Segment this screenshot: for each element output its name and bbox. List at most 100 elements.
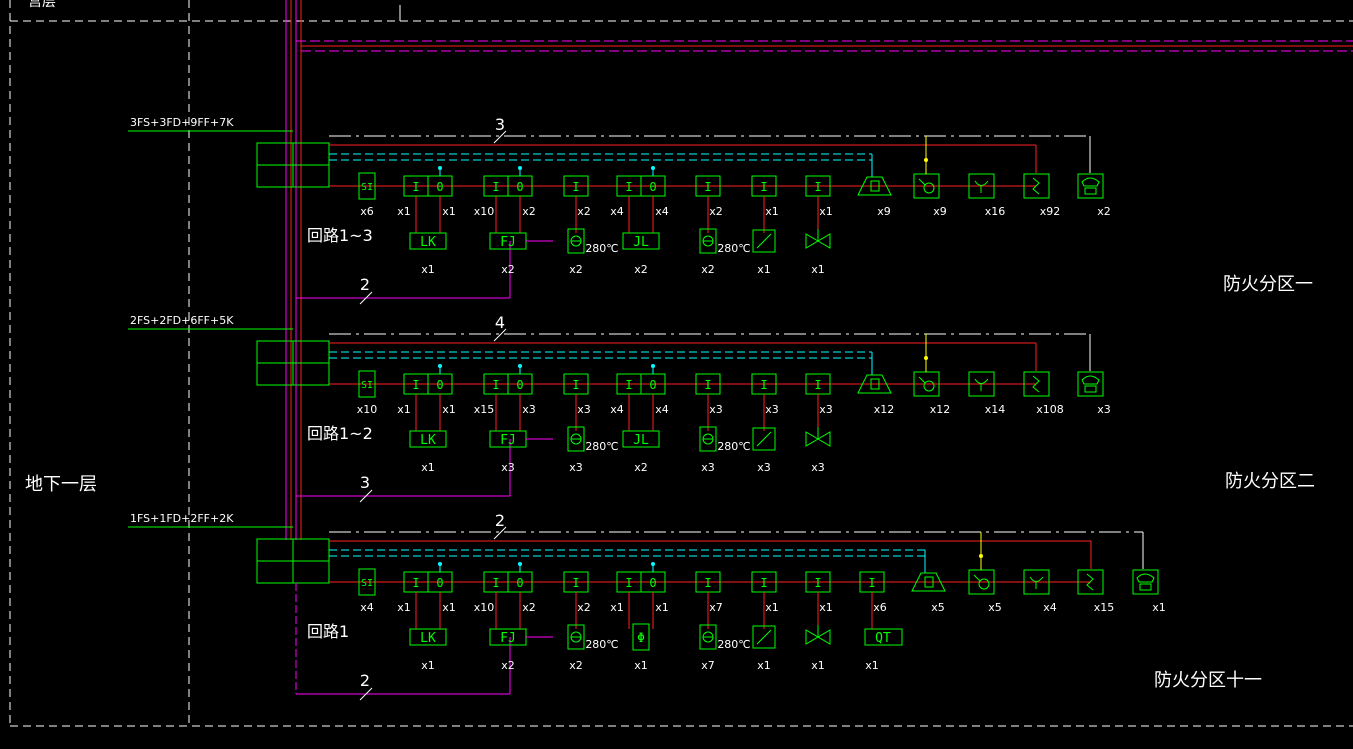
module-7: Ix3 x3	[805, 373, 833, 474]
sub-qty: x3	[569, 461, 583, 474]
input-letter: I	[760, 576, 767, 590]
sounder-horn	[973, 574, 981, 582]
sub-qty: x2	[701, 263, 715, 276]
si-qty: x10	[357, 403, 378, 416]
module-qty-left: x10	[474, 601, 495, 614]
input-letter: I	[704, 180, 711, 194]
device-qty: x9	[933, 205, 947, 218]
heat-symbol	[974, 378, 989, 391]
sub-qty: x3	[701, 461, 715, 474]
si-label: SI	[361, 578, 373, 589]
sub-qty: x2	[569, 659, 583, 672]
input-letter: I	[492, 378, 499, 392]
module-qty-right: x2	[522, 205, 536, 218]
module-2: I 0 x10 x2 FJ x2	[474, 166, 553, 276]
loop-label: 回路1~3	[307, 226, 373, 245]
module-qty-left: x1	[397, 601, 411, 614]
input-letter: I	[572, 378, 579, 392]
heat-detector-icon: x4	[1023, 569, 1057, 614]
module-4: I 0 x1 x1 Φx1	[610, 562, 669, 672]
si-label: SI	[361, 380, 373, 391]
sub-label: QT	[875, 631, 891, 646]
module-qty-right: x1	[442, 205, 456, 218]
input-letter: I	[814, 378, 821, 392]
module-qty-right: x1	[655, 601, 669, 614]
device-qty: x14	[985, 403, 1006, 416]
phone-icon: x2	[1077, 173, 1111, 218]
module-qty-right: x4	[655, 403, 669, 416]
sub-qty: x3	[501, 461, 515, 474]
module-5: Ix3280℃x3	[695, 373, 751, 474]
input-letter: I	[760, 180, 767, 194]
sub-label: FJ	[500, 235, 516, 250]
phone-body	[1084, 385, 1097, 393]
system-section-3: 1FS+1FD+2FF+2K 2SIx4回路12I 0x1 x1LKx1I 0x10 x2…	[128, 511, 1262, 701]
output-letter: 0	[649, 378, 656, 392]
phone-icon: x3	[1077, 371, 1111, 416]
module-6: Ix3 x3	[751, 373, 779, 474]
module-4: I 0 x4 x4 JL x2	[610, 166, 669, 276]
sounder-icon: x5	[968, 532, 1002, 614]
sub-qty: x1	[634, 659, 648, 672]
sub-qty: x1	[811, 659, 825, 672]
cad-drawing-canvas[interactable]: 宫层 地下一层 3FS+3FD+9FF+7K 3 SI x6 回路1~3 2 I 0 x1 x1 L…	[0, 0, 1353, 749]
phone-body	[1139, 583, 1152, 591]
sub-qty: x2	[634, 263, 648, 276]
module-qty: x3	[709, 403, 723, 416]
module-qty: x2	[577, 205, 591, 218]
heat-symbol	[974, 180, 989, 193]
output-letter: 0	[436, 180, 443, 194]
loop-label: 回路1~2	[307, 424, 373, 443]
module-1: I 0 x1 x1 LK x1	[397, 166, 456, 276]
feed-label: 3FS+3FD+9FF+7K	[130, 116, 234, 129]
input-letter: I	[625, 180, 632, 194]
module-qty-left: x1	[397, 403, 411, 416]
output-letter: 0	[436, 576, 443, 590]
module-qty: x1	[819, 205, 833, 218]
smoke-detector-icon: x15	[1077, 569, 1115, 614]
module-6: Ix1 x1	[751, 571, 779, 672]
module-qty: x3	[577, 403, 591, 416]
module-3: Ix2280℃x2	[563, 175, 619, 276]
input-letter: I	[625, 378, 632, 392]
output-letter: 0	[649, 180, 656, 194]
input-letter: I	[572, 180, 579, 194]
sub-qty: x7	[701, 659, 715, 672]
module-qty-left: x10	[474, 205, 495, 218]
phone-handset	[1136, 573, 1155, 583]
sub-qty: x1	[757, 263, 771, 276]
module-qty: x3	[765, 403, 779, 416]
module-qty: x6	[873, 601, 887, 614]
temp-label: 280℃	[585, 638, 618, 651]
fire-zone-label: 防火分区十一	[1154, 670, 1262, 691]
heat-detector-icon: x16	[968, 173, 1005, 218]
sub-label: FJ	[500, 433, 516, 448]
fire-zone-label: 防火分区二	[1225, 471, 1315, 492]
sub-label: LK	[420, 433, 436, 448]
sub-qty: x1	[421, 461, 435, 474]
sub-qty: x3	[757, 461, 771, 474]
drawing-frame	[9, 0, 1353, 727]
sub-label: JL	[633, 235, 649, 250]
module-2: I 0 x15 x3 FJ x3	[474, 364, 553, 474]
module-6: Ix1 x1	[751, 175, 779, 276]
sub-qty: x1	[865, 659, 879, 672]
module-qty: x1	[765, 205, 779, 218]
input-letter: I	[760, 378, 767, 392]
sounder-circle	[923, 182, 935, 194]
temp-label: 280℃	[585, 242, 618, 255]
si-qty: x4	[360, 601, 374, 614]
smoke-detector-icon: x108	[1023, 371, 1064, 416]
input-letter: I	[868, 576, 875, 590]
device-qty: x15	[1094, 601, 1115, 614]
input-letter: I	[492, 180, 499, 194]
sub-qty: x1	[421, 263, 435, 276]
module-qty: x2	[577, 601, 591, 614]
floor-label: 地下一层	[25, 474, 97, 495]
system-section-2: 2FS+2FD+6FF+5K 4SIx10回路1~23I 0x1 x1LKx1I 0x1…	[128, 313, 1315, 503]
sub-qty: x2	[569, 263, 583, 276]
device-qty: x12	[930, 403, 951, 416]
heat-symbol	[1029, 576, 1044, 589]
module-4: I 0 x4 x4 JL x2	[610, 364, 669, 474]
temp-label: 280℃	[717, 638, 750, 651]
